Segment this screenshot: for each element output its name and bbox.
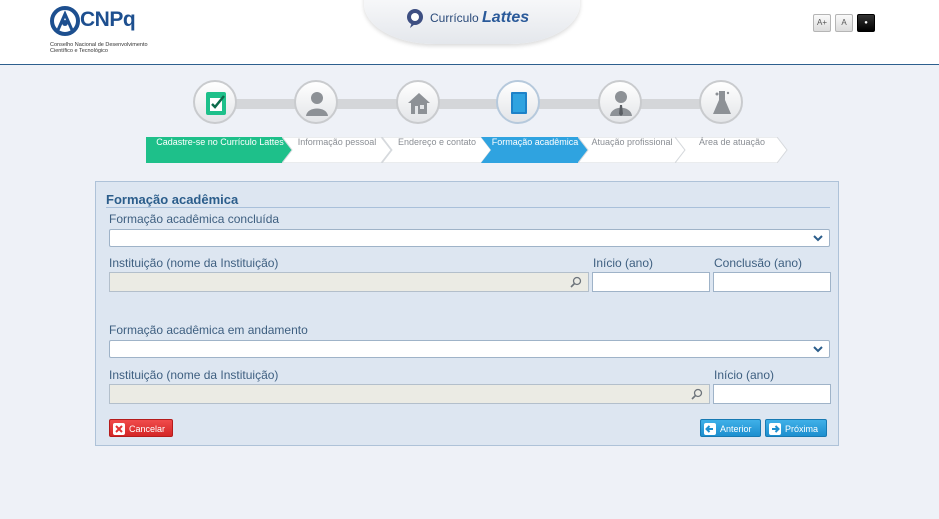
breadcrumb-step-1-label: Cadastre-se no Currículo Lattes [156,137,284,147]
breadcrumb-step-5-label: Atuação profissional [591,137,673,147]
ongoing-label: Formação acadêmica em andamento [109,323,308,337]
institution-search-ongoing[interactable] [109,384,710,404]
breadcrumb-step-3-label: Endereço e contato [397,137,477,147]
lattes-title: Currículo Lattes [430,9,529,27]
breadcrumb-step-3[interactable]: Endereço e contato [382,137,492,163]
breadcrumb-step-4-label: Formação acadêmica [491,137,579,147]
high-contrast-button[interactable]: ● [857,14,875,32]
formacao-academica-panel: Formação acadêmica Formação acadêmica co… [95,181,839,446]
ongoing-select[interactable] [109,340,830,358]
step-endereco-contato[interactable] [396,80,440,124]
cnpq-emblem-icon [50,6,80,36]
chevron-down-icon [813,235,823,242]
start-year-label-completed: Início (ano) [593,256,654,270]
arrow-left-icon [704,423,716,435]
breadcrumb-step-2-label: Informação pessoal [297,137,377,147]
cancel-button[interactable]: Cancelar [109,419,173,437]
arrow-right-icon [769,423,781,435]
step-atuacao-profissional[interactable] [598,80,642,124]
completed-label: Formação acadêmica concluída [109,212,280,226]
font-reset-button[interactable]: A [835,14,853,32]
start-year-input-completed[interactable] [592,272,710,292]
breadcrumb-step-2[interactable]: Informação pessoal [282,137,392,163]
house-icon [408,93,430,114]
completed-select[interactable] [109,229,830,247]
breadcrumb-step-1[interactable]: Cadastre-se no Currículo Lattes [146,137,294,163]
lattes-title-main: Lattes [482,9,530,26]
breadcrumb-step-5[interactable]: Atuação profissional [578,137,686,163]
previous-button-label: Anterior [720,424,752,434]
person-icon [306,92,328,116]
step-cadastre[interactable] [193,80,237,124]
close-icon [113,423,125,435]
flask-icon [713,91,731,114]
next-button-label: Próxima [785,424,819,434]
chevron-down-icon [813,346,823,353]
institution-search-completed[interactable] [109,272,589,292]
next-button[interactable]: Próxima [765,419,827,437]
start-year-input-ongoing[interactable] [713,384,831,404]
institution-label-completed: Instituição (nome da Instituição) [109,256,279,270]
previous-button[interactable]: Anterior [700,419,761,437]
end-year-input-completed[interactable] [713,272,831,292]
start-year-label-ongoing: Início (ano) [714,368,775,382]
curriculo-lattes-banner[interactable]: Currículo Lattes [364,0,580,44]
cnpq-logo[interactable]: CNPq Conselho Nacional de Desenvolviment… [48,6,158,56]
header: CNPq Conselho Nacional de Desenvolviment… [0,0,939,65]
lattes-title-prefix: Currículo [430,11,479,25]
steps-connector [210,99,730,109]
clipboard-check-icon [206,92,226,115]
font-increase-button[interactable]: A+ [813,14,831,32]
step-area-atuacao[interactable] [699,80,743,124]
breadcrumb-step-6-label: Área de atuação [698,137,766,147]
cancel-button-label: Cancelar [129,424,166,434]
end-year-label-completed: Conclusão (ano) [714,256,803,270]
person-tie-icon [610,91,632,116]
panel-title: Formação acadêmica [106,192,239,207]
step-formacao-academica[interactable] [496,80,540,124]
magnifier-icon [570,276,582,288]
cnpq-logo-text: CNPq [80,8,136,31]
breadcrumb-step-4[interactable]: Formação acadêmica [481,137,589,163]
magnifier-icon [691,388,703,400]
lattes-logo-icon [407,9,423,28]
step-informacao-pessoal[interactable] [294,80,338,124]
breadcrumb-step-6[interactable]: Área de atuação [675,137,789,163]
institution-label-ongoing: Instituição (nome da Instituição) [109,368,279,382]
cnpq-logo-subtitle: Conselho Nacional de Desenvolvimento Cie… [50,42,148,54]
panel-title-divider [106,207,830,208]
book-icon [511,92,527,114]
